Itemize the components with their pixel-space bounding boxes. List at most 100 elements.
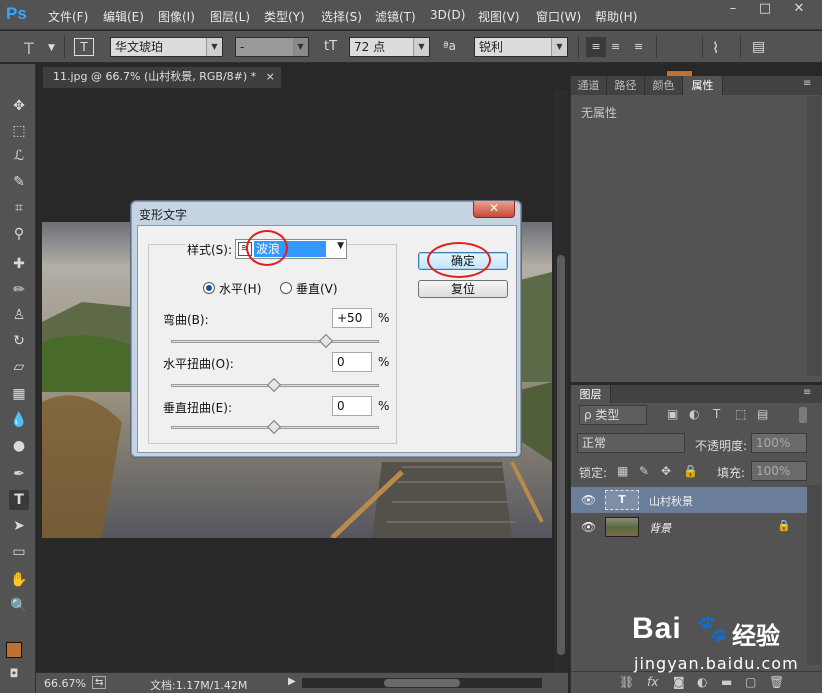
h-distort-slider[interactable] (171, 377, 379, 393)
tab-layers[interactable]: 图层 (571, 385, 611, 403)
tab-paths[interactable]: 路径 (607, 76, 645, 95)
tab-properties[interactable]: 属性 (683, 76, 723, 95)
font-family-select[interactable]: 华文琥珀 ▼ (110, 37, 223, 57)
menu-layer[interactable]: 图层(L) (210, 8, 250, 25)
warp-text-icon[interactable]: ⌇ (712, 39, 719, 57)
filter-shape-icon[interactable]: ⬚ (735, 407, 746, 421)
align-left-icon[interactable]: ≡ (586, 37, 606, 57)
antialias-icon: ªa (443, 39, 457, 53)
vertical-radio[interactable] (280, 282, 292, 294)
lock-all-icon[interactable]: 🔒 (683, 464, 698, 478)
eyedropper-tool-icon[interactable]: ⚲ (9, 224, 29, 244)
properties-scrollbar[interactable] (807, 96, 821, 376)
character-panel-icon[interactable]: ▤ (752, 39, 765, 55)
font-style-select[interactable]: - ▼ (235, 37, 309, 57)
panel-menu-icon[interactable]: ≡ (803, 78, 811, 89)
shape-tool-icon[interactable]: ▭ (9, 542, 29, 562)
path-select-tool-icon[interactable]: ➤ (9, 516, 29, 536)
antialias-select[interactable]: 锐利 ▼ (474, 37, 568, 57)
filter-adjust-icon[interactable]: ◐ (689, 407, 699, 421)
quick-select-tool-icon[interactable]: ✎ (9, 172, 29, 192)
font-size-select[interactable]: 72 点 ▼ (349, 37, 430, 57)
horizontal-scrollbar[interactable] (302, 678, 542, 688)
v-distort-slider[interactable] (171, 419, 379, 435)
align-center-icon[interactable]: ≡ (611, 40, 620, 53)
foreground-color-swatch[interactable] (6, 642, 22, 658)
layer-row[interactable]: 👁 T 山村秋景 (571, 487, 807, 513)
v-distort-slider-thumb[interactable] (266, 419, 282, 435)
close-window-button[interactable]: ✕ (784, 0, 814, 20)
bend-slider[interactable] (171, 333, 379, 349)
clone-stamp-tool-icon[interactable]: ♙ (9, 305, 29, 325)
menu-image[interactable]: 图像(I) (158, 8, 195, 25)
horizontal-radio[interactable] (203, 282, 215, 294)
lasso-tool-icon[interactable]: ℒ (9, 146, 29, 166)
menu-view[interactable]: 视图(V) (478, 8, 520, 25)
align-right-icon[interactable]: ≡ (634, 40, 643, 53)
gradient-tool-icon[interactable]: ▦ (9, 384, 29, 404)
filter-smart-icon[interactable]: ▤ (757, 407, 768, 421)
opacity-input[interactable]: 100% (751, 433, 807, 453)
menu-type[interactable]: 类型(Y) (264, 8, 305, 25)
reset-button[interactable]: 复位 (418, 280, 508, 298)
filter-image-icon[interactable]: ▣ (667, 407, 678, 421)
history-brush-tool-icon[interactable]: ↻ (9, 331, 29, 351)
type-tool-icon[interactable]: T (9, 490, 29, 510)
layer-name[interactable]: 背景 (649, 520, 671, 536)
minimize-button[interactable]: – (718, 0, 748, 20)
lock-paint-icon[interactable]: ✎ (639, 464, 649, 478)
layer-row[interactable]: 👁 背景 🔒 (571, 514, 807, 540)
menu-3d[interactable]: 3D(D) (430, 8, 465, 22)
lock-transparent-icon[interactable]: ▦ (617, 464, 628, 478)
pen-tool-icon[interactable]: ✒ (9, 464, 29, 484)
chevron-down-icon[interactable]: ▼ (48, 43, 55, 53)
eye-icon[interactable]: 👁 (581, 520, 596, 534)
menu-help[interactable]: 帮助(H) (595, 8, 637, 25)
zoom-tool-icon[interactable]: 🔍 (9, 596, 29, 616)
menu-filter[interactable]: 滤镜(T) (375, 8, 416, 25)
filter-toggle[interactable] (799, 407, 807, 423)
blend-mode-select[interactable]: 正常 (577, 433, 685, 453)
panel-menu-icon[interactable]: ≡ (803, 387, 811, 398)
chevron-down-icon: ▼ (413, 38, 429, 56)
fill-input[interactable]: 100% (751, 461, 807, 481)
close-tab-icon[interactable]: × (266, 70, 275, 83)
quick-mask-icon[interactable]: ◘ (4, 664, 24, 684)
layer-name[interactable]: 山村秋景 (649, 493, 693, 509)
eraser-tool-icon[interactable]: ▱ (9, 357, 29, 377)
maximize-button[interactable]: □ (750, 0, 780, 20)
status-menu-arrow-icon[interactable]: ▶ (288, 676, 296, 687)
fill-value: 100% (756, 464, 791, 478)
bend-slider-thumb[interactable] (318, 333, 333, 349)
healing-brush-tool-icon[interactable]: ✚ (9, 254, 29, 274)
tab-channels[interactable]: 通道 (571, 76, 607, 95)
menu-edit[interactable]: 编辑(E) (103, 8, 144, 25)
move-tool-icon[interactable]: ✥ (9, 96, 29, 116)
eye-icon[interactable]: 👁 (581, 493, 596, 507)
tab-color[interactable]: 颜色 (645, 76, 683, 95)
dialog-close-button[interactable]: ✕ (473, 201, 515, 218)
opacity-value: 100% (756, 436, 791, 450)
menu-window[interactable]: 窗口(W) (536, 8, 581, 25)
crop-tool-icon[interactable]: ⌗ (9, 198, 29, 218)
v-distort-input[interactable]: 0 (332, 396, 372, 416)
lock-move-icon[interactable]: ✥ (661, 464, 671, 478)
h-distort-input[interactable]: 0 (332, 352, 372, 372)
zoom-level[interactable]: 66.67% (44, 677, 86, 690)
dodge-tool-icon[interactable]: ● (9, 436, 29, 456)
export-icon[interactable]: ⇆ (92, 676, 107, 689)
hand-tool-icon[interactable]: ✋ (9, 570, 29, 590)
blur-tool-icon[interactable]: 💧 (9, 410, 29, 430)
canvas-vertical-scrollbar[interactable] (554, 90, 568, 672)
layer-filter-select[interactable]: ρ 类型 (579, 405, 647, 425)
h-distort-slider-thumb[interactable] (266, 377, 282, 393)
document-tab[interactable]: 11.jpg @ 66.7% (山村秋景, RGB/8#) * × (42, 66, 282, 88)
marquee-tool-icon[interactable]: ⬚ (9, 121, 29, 141)
filter-type-icon[interactable]: T (713, 407, 720, 421)
bend-input[interactable]: +50 (332, 308, 372, 328)
menu-file[interactable]: 文件(F) (48, 8, 88, 25)
menu-select[interactable]: 选择(S) (321, 8, 362, 25)
text-tool-icon[interactable]: T (24, 39, 34, 58)
toggle-orientation-icon[interactable]: T (74, 38, 94, 56)
brush-tool-icon[interactable]: ✏ (9, 280, 29, 300)
